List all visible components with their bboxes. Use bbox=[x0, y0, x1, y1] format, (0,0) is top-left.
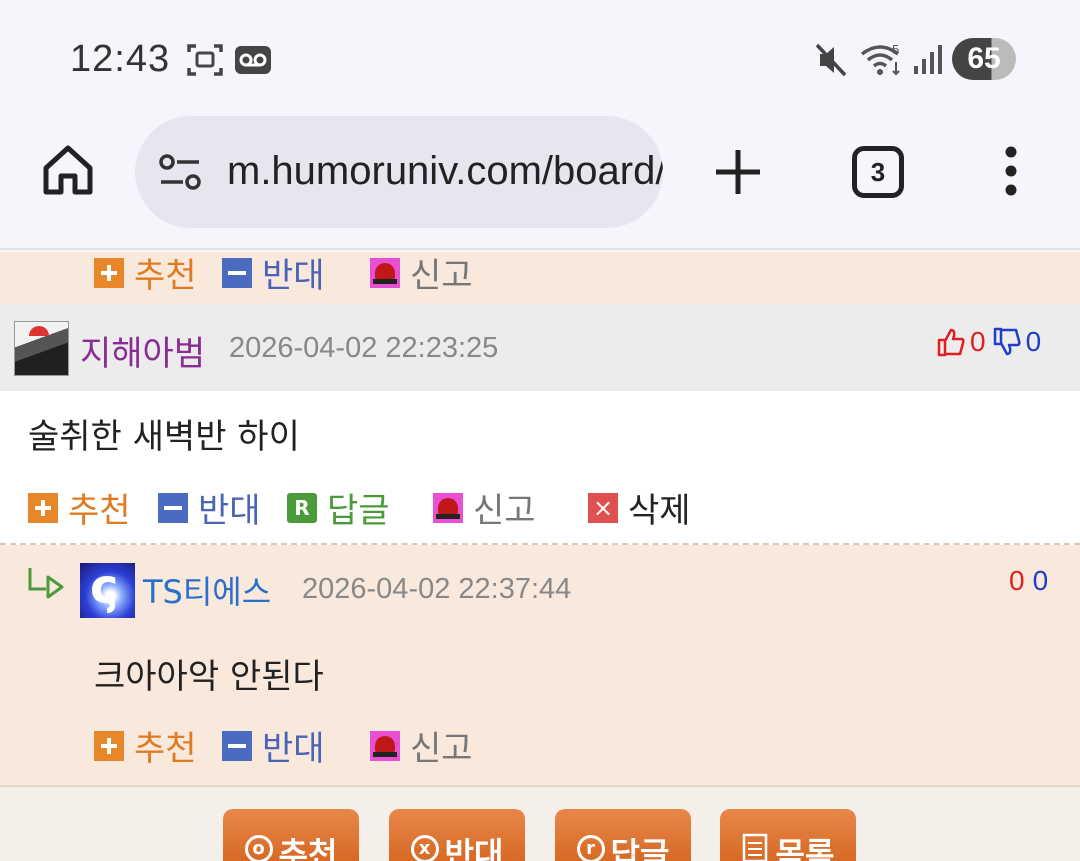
r-circle-icon: r bbox=[576, 835, 605, 861]
bottom-oppose-button[interactable]: x 반대 bbox=[389, 809, 525, 861]
comment-author[interactable]: 지해아범 bbox=[80, 326, 205, 375]
bottom-oppose-label: 반대 bbox=[444, 835, 504, 861]
prev-comment-actions: 추천 반대 신고 bbox=[0, 252, 1080, 304]
url-bar[interactable]: m.humoruniv.com/board/ bbox=[135, 116, 663, 228]
bottom-action-bar: o 추천 x 반대 r 답글 목록 bbox=[0, 785, 1080, 861]
oppose-label: 반대 bbox=[198, 491, 261, 531]
thumbs-down-icon bbox=[993, 327, 1021, 356]
up-count: 0 bbox=[970, 326, 986, 357]
report-button[interactable]: 신고 bbox=[370, 252, 473, 297]
list-icon bbox=[742, 833, 767, 861]
siren-icon bbox=[370, 257, 400, 288]
down-count: 0 bbox=[1025, 326, 1042, 357]
plus-icon bbox=[94, 730, 124, 761]
recommend-label: 추천 bbox=[134, 256, 197, 296]
oppose-button[interactable]: 반대 bbox=[222, 252, 325, 297]
minus-icon bbox=[222, 257, 252, 288]
thumbs-up-icon bbox=[937, 328, 965, 357]
oppose-label: 반대 bbox=[262, 256, 325, 296]
comment-text: 크아아악 안된다 bbox=[94, 657, 324, 697]
oppose-label: 반대 bbox=[262, 729, 325, 769]
up-count: 0 bbox=[1009, 565, 1025, 596]
vote-counts: 0 0 bbox=[936, 326, 1041, 358]
delete-icon: × bbox=[588, 492, 618, 523]
reply-icon: R bbox=[287, 492, 317, 523]
screenshot-icon bbox=[187, 44, 223, 76]
comment-date: 2026-04-02 22:37:44 bbox=[302, 573, 572, 605]
bottom-reply-label: 답글 bbox=[610, 835, 670, 861]
reply-comment: TS티에스 2026-04-02 22:37:44 0 0 크아아악 안된다 추… bbox=[0, 545, 1080, 785]
minus-icon bbox=[222, 730, 252, 761]
oppose-button[interactable]: 반대 bbox=[158, 483, 261, 532]
x-circle-icon: x bbox=[410, 835, 439, 861]
plus-icon bbox=[94, 257, 124, 288]
comment-body: 술취한 새벽반 하이 추천 반대 R 답글 신고 × 삭제 bbox=[0, 391, 1080, 545]
comment-date: 2026-04-02 22:23:25 bbox=[229, 332, 499, 364]
svg-text:5: 5 bbox=[892, 42, 899, 57]
avatar[interactable] bbox=[14, 321, 69, 376]
reply-button[interactable]: R 답글 bbox=[287, 483, 390, 532]
report-button[interactable]: 신고 bbox=[370, 721, 473, 770]
delete-button[interactable]: × 삭제 bbox=[588, 483, 691, 532]
recommend-label: 추천 bbox=[68, 491, 131, 531]
report-label: 신고 bbox=[410, 729, 473, 769]
wifi-icon: 5 bbox=[860, 42, 900, 76]
report-label: 신고 bbox=[473, 491, 536, 531]
plus-icon bbox=[28, 492, 58, 523]
down-count: 0 bbox=[1032, 565, 1049, 596]
minus-icon bbox=[158, 492, 188, 523]
bottom-reply-button[interactable]: r 답글 bbox=[555, 809, 691, 861]
voicemail-icon bbox=[235, 46, 271, 74]
home-icon[interactable] bbox=[40, 142, 96, 198]
comment-list: 추천 반대 신고 지해아범 2026-04-02 22:23:25 0 0 술취… bbox=[0, 252, 1080, 861]
signal-icon bbox=[914, 45, 942, 74]
recommend-button[interactable]: 추천 bbox=[28, 483, 131, 532]
reply-arrow-icon bbox=[28, 568, 64, 599]
comment-text: 술취한 새벽반 하이 bbox=[28, 417, 300, 457]
recommend-label: 추천 bbox=[134, 729, 197, 769]
report-button[interactable]: 신고 bbox=[433, 483, 536, 532]
browser-toolbar: m.humoruniv.com/board/ 3 bbox=[0, 110, 1080, 250]
reply-label: 답글 bbox=[327, 491, 390, 531]
bottom-list-label: 목록 bbox=[775, 835, 835, 861]
bottom-recommend-button[interactable]: o 추천 bbox=[223, 809, 359, 861]
site-settings-icon[interactable] bbox=[157, 152, 203, 192]
tab-switcher-button[interactable]: 3 bbox=[852, 146, 904, 198]
url-text[interactable]: m.humoruniv.com/board/ bbox=[227, 149, 663, 194]
bottom-recommend-label: 추천 bbox=[278, 835, 338, 861]
avatar[interactable] bbox=[80, 559, 135, 618]
oppose-button[interactable]: 반대 bbox=[222, 721, 325, 770]
comment-header: 지해아범 2026-04-02 22:23:25 0 0 bbox=[0, 304, 1080, 391]
mute-icon bbox=[815, 43, 847, 77]
siren-icon bbox=[370, 730, 400, 761]
status-time: 12:43 bbox=[70, 38, 171, 80]
recommend-button[interactable]: 추천 bbox=[94, 252, 197, 297]
battery-icon: 65 bbox=[952, 38, 1016, 80]
new-tab-icon[interactable] bbox=[710, 144, 766, 200]
vote-counts: 0 0 bbox=[1009, 565, 1048, 597]
status-bar: 12:43 5 65 bbox=[0, 0, 1080, 110]
siren-icon bbox=[433, 492, 463, 523]
report-label: 신고 bbox=[410, 256, 473, 296]
delete-label: 삭제 bbox=[628, 491, 691, 531]
bottom-list-button[interactable]: 목록 bbox=[720, 809, 856, 861]
recommend-button[interactable]: 추천 bbox=[94, 721, 197, 770]
comment-author[interactable]: TS티에스 bbox=[143, 567, 271, 613]
more-menu-icon[interactable] bbox=[996, 146, 1026, 196]
o-circle-icon: o bbox=[244, 835, 273, 861]
